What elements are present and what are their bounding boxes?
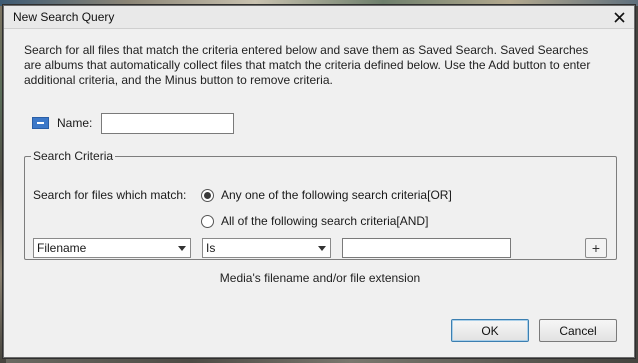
- radio-and-option[interactable]: All of the following search criteria[AND…: [201, 214, 428, 228]
- new-search-query-dialog: New Search Query Search for all files th…: [3, 5, 635, 358]
- radio-and-button[interactable]: [201, 214, 214, 228]
- ok-button[interactable]: OK: [451, 319, 529, 342]
- radio-or-option[interactable]: Any one of the following search criteria…: [201, 188, 452, 202]
- operator-select-value: Is: [206, 241, 216, 255]
- name-input[interactable]: [101, 112, 235, 134]
- close-button[interactable]: [608, 7, 630, 27]
- criteria-value-input[interactable]: [342, 238, 511, 258]
- operator-select[interactable]: Is: [202, 238, 331, 258]
- plus-icon: +: [591, 240, 601, 256]
- add-criteria-button[interactable]: +: [585, 238, 607, 258]
- dialog-description: Search for all files that match the crit…: [24, 43, 591, 87]
- field-select[interactable]: Filename: [33, 238, 191, 258]
- chevron-down-icon: [318, 246, 326, 251]
- name-label: Name:: [57, 116, 93, 130]
- criteria-hint-text: Media's filename and/or file extension: [219, 271, 421, 285]
- dialog-title: New Search Query: [13, 10, 115, 24]
- name-tag-icon: [32, 117, 49, 129]
- match-label: Search for files which match:: [33, 188, 187, 202]
- cancel-button[interactable]: Cancel: [539, 319, 617, 342]
- search-criteria-group: Search Criteria Search for files which m…: [24, 149, 617, 260]
- title-bar[interactable]: New Search Query: [4, 6, 634, 29]
- radio-or-label: Any one of the following search criteria…: [221, 188, 452, 202]
- close-icon: [613, 11, 625, 23]
- name-row: Name:: [32, 112, 235, 134]
- radio-and-label: All of the following search criteria[AND…: [221, 214, 429, 228]
- field-select-value: Filename: [37, 241, 87, 255]
- chevron-down-icon: [178, 246, 186, 251]
- search-criteria-legend: Search Criteria: [33, 149, 114, 163]
- radio-or-button[interactable]: [201, 188, 214, 202]
